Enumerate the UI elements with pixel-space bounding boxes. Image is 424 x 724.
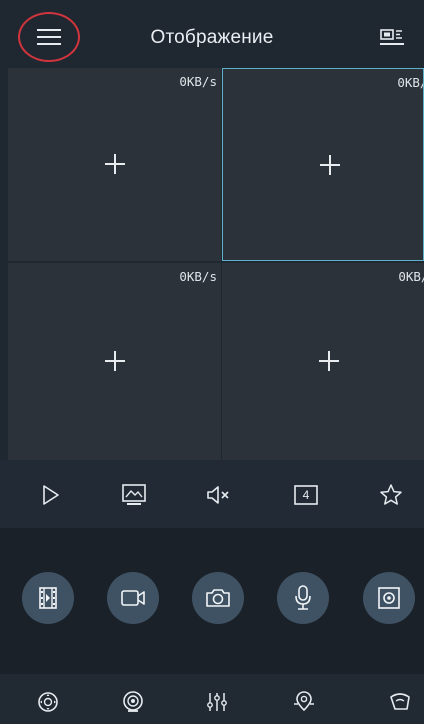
cruise-tab[interactable] bbox=[386, 688, 414, 716]
bitrate-label: 0KB/s bbox=[179, 74, 217, 89]
image-adjust-tab[interactable] bbox=[203, 688, 231, 716]
add-device-icon[interactable] bbox=[105, 351, 125, 371]
record-button[interactable] bbox=[22, 572, 74, 624]
bitrate-label: 0KB/s bbox=[179, 269, 217, 284]
snapshot-camera-icon bbox=[206, 589, 230, 607]
ptz-control-icon bbox=[38, 692, 58, 712]
add-device-icon[interactable] bbox=[105, 154, 125, 174]
video-channel-3[interactable]: 0KB/s bbox=[8, 263, 221, 460]
focus-tab[interactable] bbox=[119, 688, 147, 716]
video-camera-icon bbox=[121, 590, 145, 606]
video-channel-4[interactable]: 0KB/s bbox=[222, 263, 424, 460]
video-record-button[interactable] bbox=[107, 572, 159, 624]
microphone-icon bbox=[295, 585, 311, 610]
video-grid: 0KB/s 0KB/s 0KB/s 0KB/s bbox=[8, 68, 424, 460]
split-count-label: 4 bbox=[302, 488, 310, 502]
preset-location-tab[interactable] bbox=[290, 688, 318, 716]
split-screen-button[interactable]: 4 bbox=[291, 480, 321, 510]
picture-quality-icon bbox=[122, 484, 146, 505]
favorite-star-icon bbox=[380, 484, 402, 505]
bottom-nav bbox=[0, 674, 424, 724]
location-pin-icon bbox=[294, 691, 314, 712]
focus-eye-icon bbox=[123, 691, 143, 712]
bitrate-label: 0KB/s bbox=[398, 269, 424, 284]
app-header: Отображение bbox=[0, 0, 424, 68]
video-channel-1[interactable]: 0KB/s bbox=[8, 68, 221, 261]
ptz-screen-icon bbox=[378, 587, 400, 609]
play-icon bbox=[43, 485, 59, 505]
add-device-icon[interactable] bbox=[319, 351, 339, 371]
ptz-screen-button[interactable] bbox=[363, 572, 415, 624]
ptz-control-tab[interactable] bbox=[34, 688, 62, 716]
action-panel bbox=[0, 528, 424, 674]
snapshot-button[interactable] bbox=[192, 572, 244, 624]
mute-button[interactable] bbox=[203, 480, 233, 510]
camera-switch-button[interactable] bbox=[378, 26, 406, 48]
video-channel-2[interactable]: 0KB/s bbox=[222, 68, 424, 261]
mute-icon bbox=[207, 486, 229, 504]
quality-button[interactable] bbox=[119, 480, 149, 510]
play-button[interactable] bbox=[36, 480, 66, 510]
talk-button[interactable] bbox=[277, 572, 329, 624]
record-film-icon bbox=[39, 587, 57, 609]
cruise-icon bbox=[390, 693, 410, 710]
bitrate-label: 0KB/s bbox=[397, 75, 423, 90]
control-toolbar: 4 bbox=[0, 460, 424, 528]
image-adjust-icon bbox=[207, 693, 227, 711]
page-title: Отображение bbox=[150, 27, 274, 48]
camera-switch-icon bbox=[380, 29, 404, 45]
add-device-icon[interactable] bbox=[320, 155, 340, 175]
favorite-button[interactable] bbox=[376, 480, 406, 510]
